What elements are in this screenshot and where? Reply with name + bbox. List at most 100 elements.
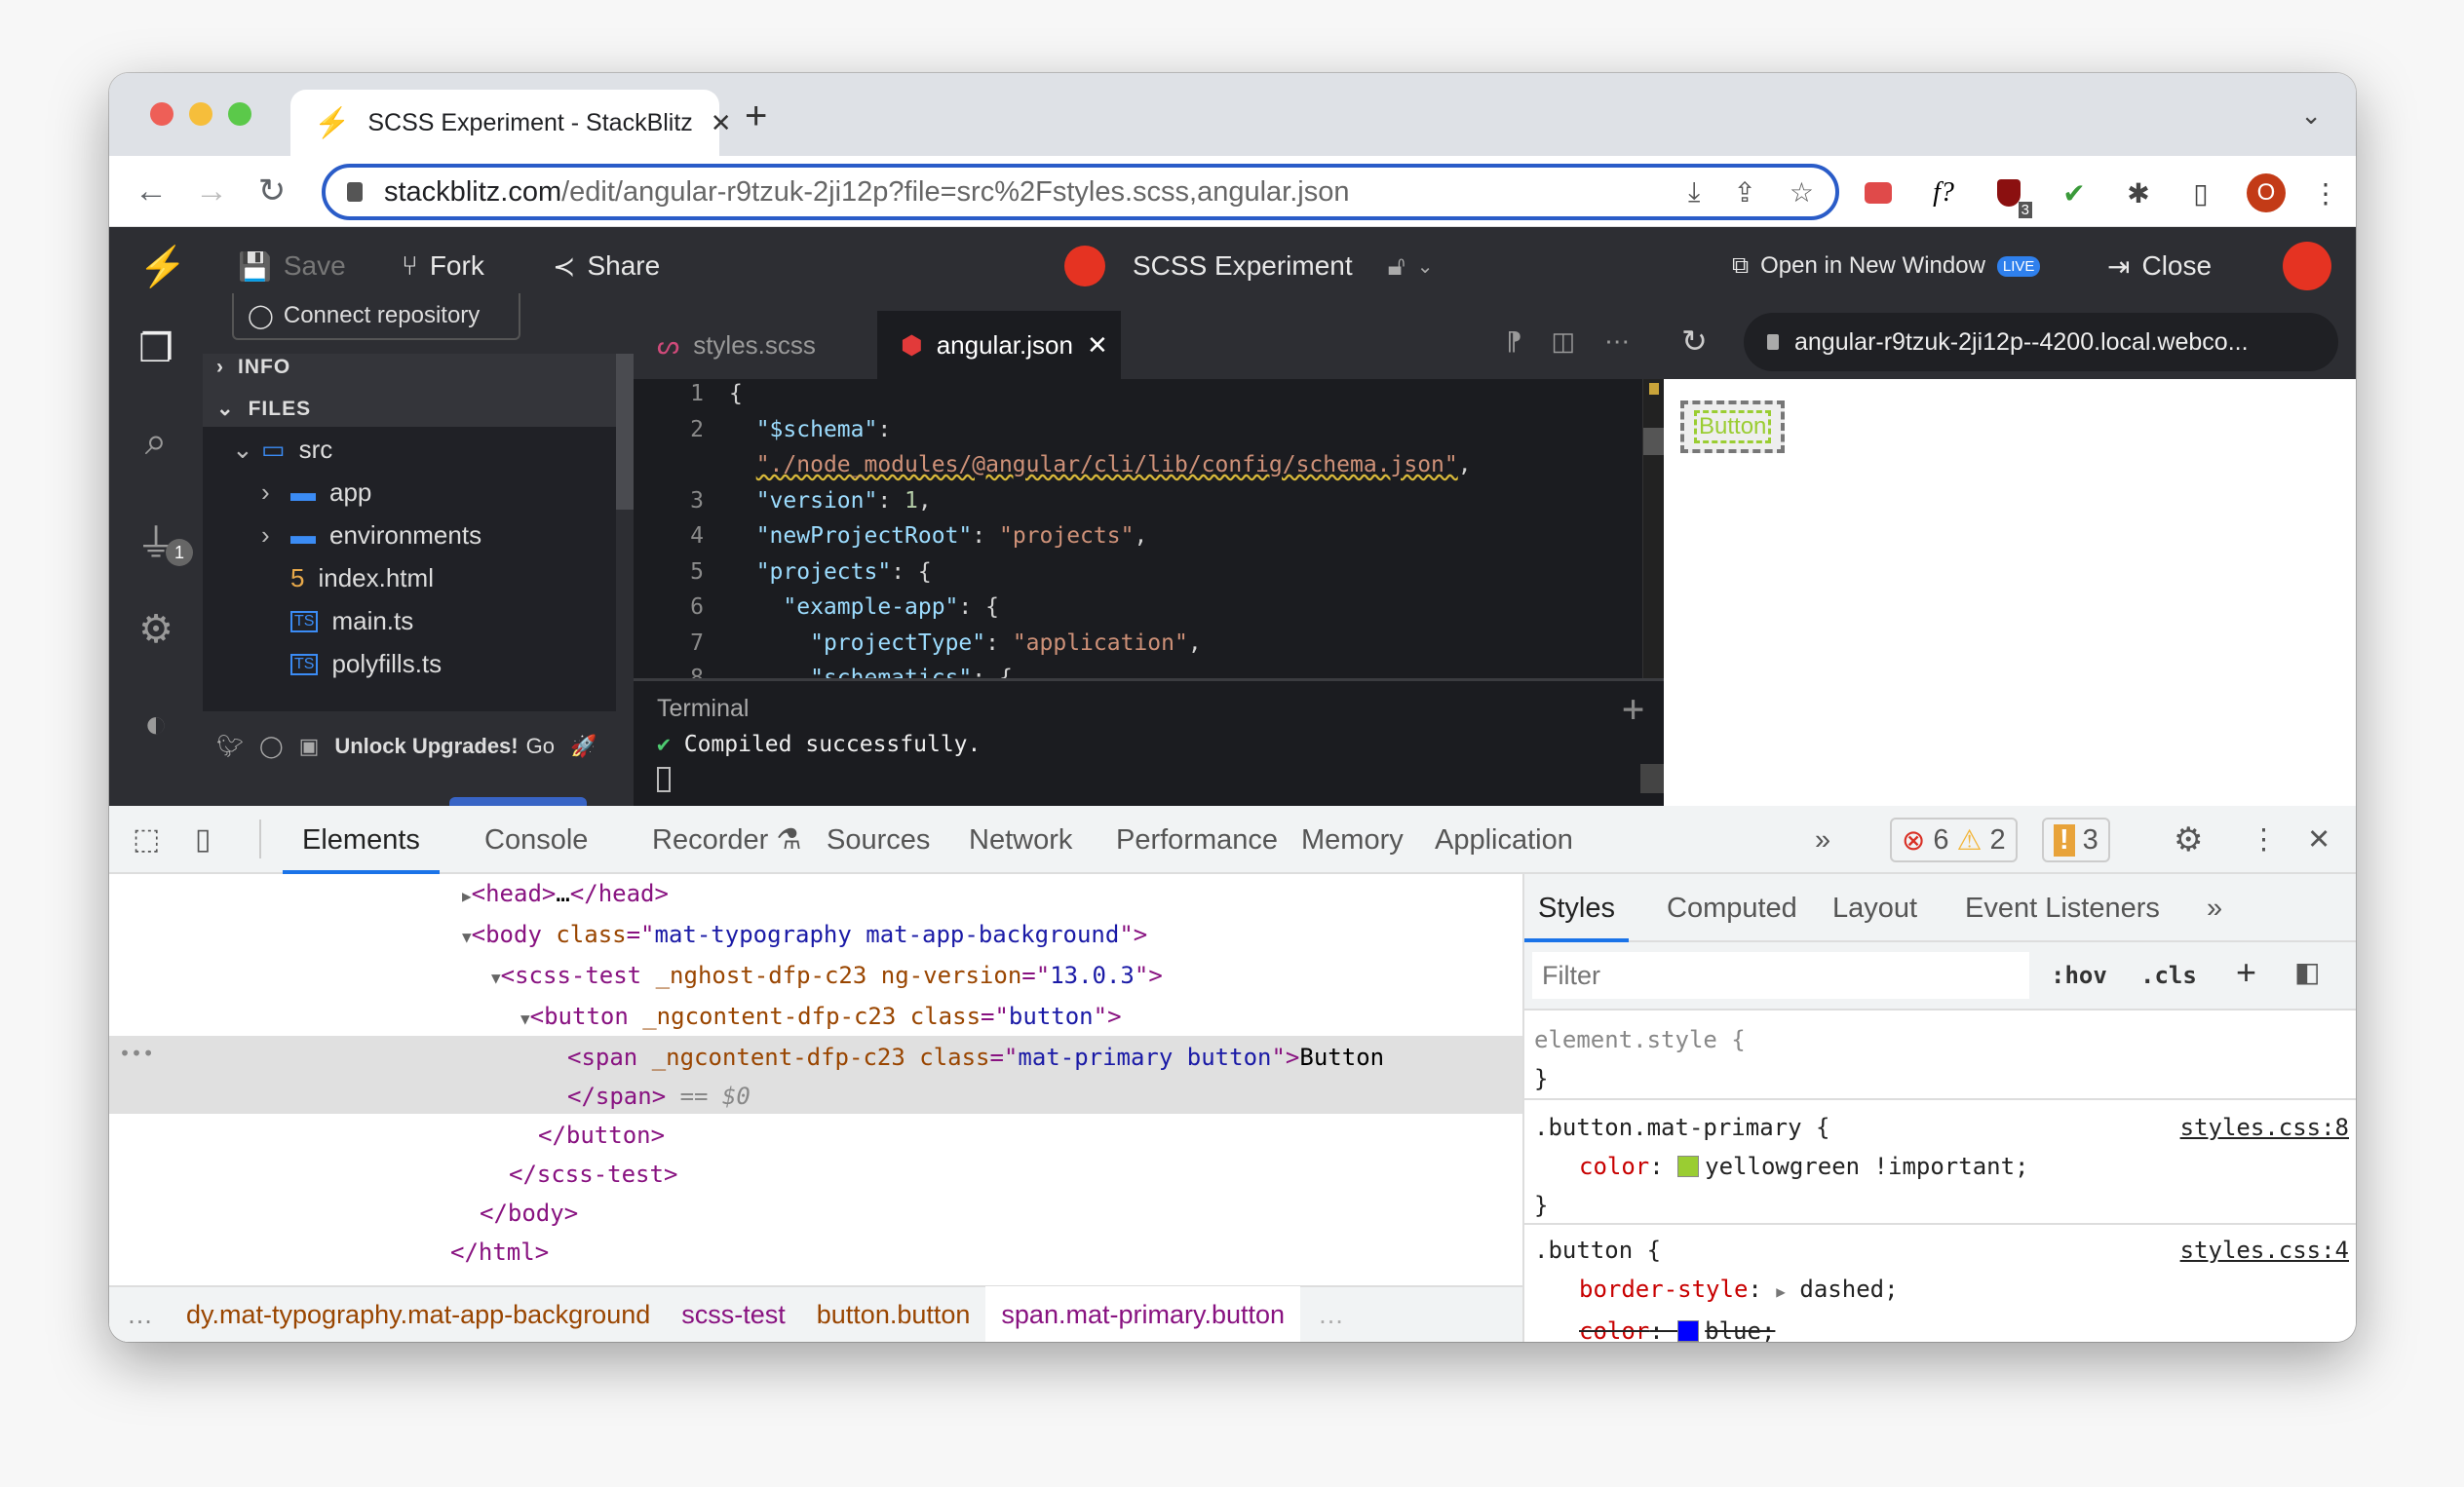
zoom-window-button[interactable] bbox=[228, 102, 251, 126]
rule-button-mat-primary[interactable]: .button.mat-primary {styles.css:8 color:… bbox=[1534, 1108, 2353, 1225]
close-preview-button[interactable]: ⇥Close bbox=[2107, 250, 2212, 283]
color-swatch[interactable] bbox=[1677, 1320, 1699, 1342]
code-editor[interactable]: 1{2 "$schema": "./node_modules/@angular/… bbox=[634, 379, 1664, 678]
element-style-rule[interactable]: element.style { } bbox=[1534, 1020, 1746, 1098]
github-icon[interactable]: ◯ bbox=[259, 734, 284, 759]
code-line[interactable]: "schematics": { bbox=[729, 666, 1013, 678]
reload-button[interactable]: ↻ bbox=[242, 172, 302, 210]
extension-red-icon[interactable] bbox=[1859, 173, 1898, 212]
user-avatar[interactable] bbox=[2283, 242, 2331, 290]
devtools-tab-network[interactable]: Network bbox=[969, 806, 1072, 874]
ublock-icon[interactable]: 3 bbox=[1989, 173, 2028, 212]
save-button[interactable]: 💾Save bbox=[238, 250, 346, 283]
breadcrumb-item[interactable]: dy.mat-typography.mat-app-background bbox=[171, 1286, 666, 1342]
hover-state-toggle[interactable]: :hov bbox=[2051, 962, 2107, 989]
unlock-upgrades-link[interactable]: Unlock Upgrades! bbox=[334, 734, 518, 759]
devtools-tab-recorder[interactable]: Recorder ⚗ bbox=[652, 806, 801, 874]
collapse-triangle-icon[interactable]: ▼ bbox=[520, 1010, 530, 1028]
expand-triangle-icon[interactable]: ▶ bbox=[1776, 1282, 1786, 1301]
editor-scrollbar[interactable] bbox=[1642, 379, 1664, 678]
collapse-triangle-icon[interactable]: ▼ bbox=[462, 928, 472, 946]
file-tree-item[interactable]: ›▬app bbox=[261, 477, 371, 508]
more-tabs-icon[interactable]: » bbox=[2207, 874, 2222, 942]
browser-tab[interactable]: ⚡ SCSS Experiment - StackBlitz ✕ bbox=[290, 90, 719, 156]
file-tree-item[interactable]: TSmain.ts bbox=[261, 606, 413, 636]
bookmark-star-icon[interactable]: ☆ bbox=[1790, 176, 1814, 209]
terminal-scrollbar[interactable] bbox=[1640, 764, 1664, 793]
issues-counter[interactable]: !3 bbox=[2042, 818, 2110, 862]
share-button[interactable]: ≺Share bbox=[553, 250, 660, 283]
dom-node[interactable]: ▼<button _ngcontent-dfp-c23 class="butto… bbox=[520, 997, 1122, 1036]
more-actions-icon[interactable]: ⋯ bbox=[1604, 326, 1630, 357]
errors-warnings-counter[interactable]: ⊗6⚠2 bbox=[1890, 818, 2018, 862]
preview-reload-icon[interactable]: ↻ bbox=[1681, 323, 1708, 360]
close-window-button[interactable] bbox=[150, 102, 173, 126]
code-line[interactable]: "projects": { bbox=[729, 559, 932, 585]
dom-node[interactable]: </button> bbox=[538, 1116, 665, 1155]
open-new-window-button[interactable]: ⧉Open in New WindowLIVE bbox=[1732, 252, 2040, 280]
code-line[interactable]: "example-app": { bbox=[729, 594, 999, 620]
add-terminal-icon[interactable]: + bbox=[1622, 687, 1644, 730]
dom-node[interactable]: </html> bbox=[450, 1233, 549, 1272]
prettier-format-icon[interactable]: ⁋ bbox=[1506, 326, 1522, 357]
file-tree-item[interactable]: 5index.html bbox=[261, 563, 434, 593]
address-bar[interactable]: stackblitz.com/edit/angular-r9tzuk-2ji12… bbox=[322, 164, 1839, 220]
browser-menu-icon[interactable]: ⋮ bbox=[2306, 173, 2345, 212]
code-line[interactable]: "$schema": bbox=[729, 417, 891, 442]
editor-tab-angular-json[interactable]: ⬢angular.json✕ bbox=[877, 311, 1121, 379]
devtools-settings-icon[interactable]: ⚙ bbox=[2174, 806, 2203, 874]
dom-node[interactable]: ▼<body class="mat-typography mat-app-bac… bbox=[462, 915, 1147, 954]
extension-fontface-icon[interactable]: f? bbox=[1924, 173, 1963, 212]
extensions-plug-icon[interactable]: ⏚1 bbox=[109, 512, 203, 568]
dom-node[interactable]: </span> == $0 bbox=[567, 1077, 751, 1116]
share-page-icon[interactable]: ⇪ bbox=[1733, 176, 1755, 209]
dom-node[interactable]: <span _ngcontent-dfp-c23 class="mat-prim… bbox=[567, 1038, 1384, 1077]
devtools-tab-memory[interactable]: Memory bbox=[1301, 806, 1404, 874]
new-style-rule-icon[interactable]: + bbox=[2236, 952, 2256, 993]
inspect-element-icon[interactable]: ⬚ bbox=[133, 806, 160, 874]
styles-tab-styles[interactable]: Styles bbox=[1524, 874, 1629, 942]
code-line[interactable]: "projectType": "application", bbox=[729, 630, 1202, 656]
color-swatch[interactable] bbox=[1677, 1156, 1699, 1177]
devtools-tab-elements[interactable]: Elements bbox=[283, 806, 440, 874]
new-tab-button[interactable]: + bbox=[745, 95, 767, 138]
code-line[interactable]: "./node_modules/@angular/cli/lib/config/… bbox=[729, 452, 1472, 477]
code-line[interactable]: { bbox=[729, 381, 743, 406]
node-actions-icon[interactable]: ••• bbox=[119, 1042, 154, 1065]
close-tab-icon[interactable]: ✕ bbox=[711, 108, 732, 138]
devtools-tab-application[interactable]: Application bbox=[1435, 806, 1573, 874]
rule-button[interactable]: .button {styles.css:4 border-style: ▶ da… bbox=[1534, 1231, 2353, 1342]
extension-check-icon[interactable]: ✔ bbox=[2055, 173, 2094, 212]
info-section-toggle[interactable]: ›INFO bbox=[216, 356, 290, 379]
project-title[interactable]: SCSS Experiment🔓︎⌄ bbox=[1064, 246, 1434, 286]
settings-gear-icon[interactable]: ⚙ bbox=[109, 607, 203, 652]
dom-node[interactable]: ▼<scss-test _nghost-dfp-c23 ng-version="… bbox=[491, 956, 1163, 995]
styles-tab-event-listeners[interactable]: Event Listeners bbox=[1965, 874, 2160, 942]
styles-tab-computed[interactable]: Computed bbox=[1667, 874, 1797, 942]
source-link-styles-css-4[interactable]: styles.css:4 bbox=[2180, 1231, 2349, 1270]
code-line[interactable]: "newProjectRoot": "projects", bbox=[729, 523, 1147, 549]
breadcrumb-item[interactable]: span.mat-primary.button bbox=[985, 1286, 1300, 1342]
expand-triangle-icon[interactable]: ▶ bbox=[462, 887, 472, 905]
install-app-icon[interactable]: ⤓ bbox=[1688, 176, 1700, 209]
file-tree-item[interactable]: TSpolyfills.ts bbox=[261, 649, 442, 679]
terminal-cursor[interactable] bbox=[657, 767, 671, 792]
sidebar-scrollbar[interactable] bbox=[616, 354, 634, 510]
devtools-tab-sources[interactable]: Sources bbox=[827, 806, 930, 874]
side-panel-icon[interactable]: ▯ bbox=[2181, 173, 2220, 212]
split-editor-icon[interactable]: ◫ bbox=[1552, 326, 1576, 357]
connect-repository-button[interactable]: ◯Connect repository bbox=[232, 293, 520, 340]
device-toolbar-icon[interactable]: ▯ bbox=[195, 806, 212, 874]
close-devtools-icon[interactable]: ✕ bbox=[2307, 806, 2330, 874]
breadcrumb-item[interactable]: button.button bbox=[801, 1286, 986, 1342]
more-tabs-icon[interactable]: » bbox=[1815, 806, 1830, 874]
dom-node[interactable]: </body> bbox=[480, 1194, 578, 1233]
search-icon[interactable]: ⌕ bbox=[109, 420, 203, 464]
theme-contrast-icon[interactable]: ◐ bbox=[109, 703, 203, 746]
source-link-styles-css-8[interactable]: styles.css:8 bbox=[2180, 1108, 2349, 1147]
preview-button[interactable]: Button bbox=[1680, 400, 1785, 453]
breadcrumb-item[interactable]: scss-test bbox=[666, 1286, 801, 1342]
extensions-puzzle-icon[interactable]: ✱ bbox=[2119, 173, 2158, 212]
file-tree-item[interactable]: ›▬environments bbox=[261, 520, 481, 551]
breadcrumb-scroll-left[interactable]: … bbox=[109, 1300, 171, 1330]
